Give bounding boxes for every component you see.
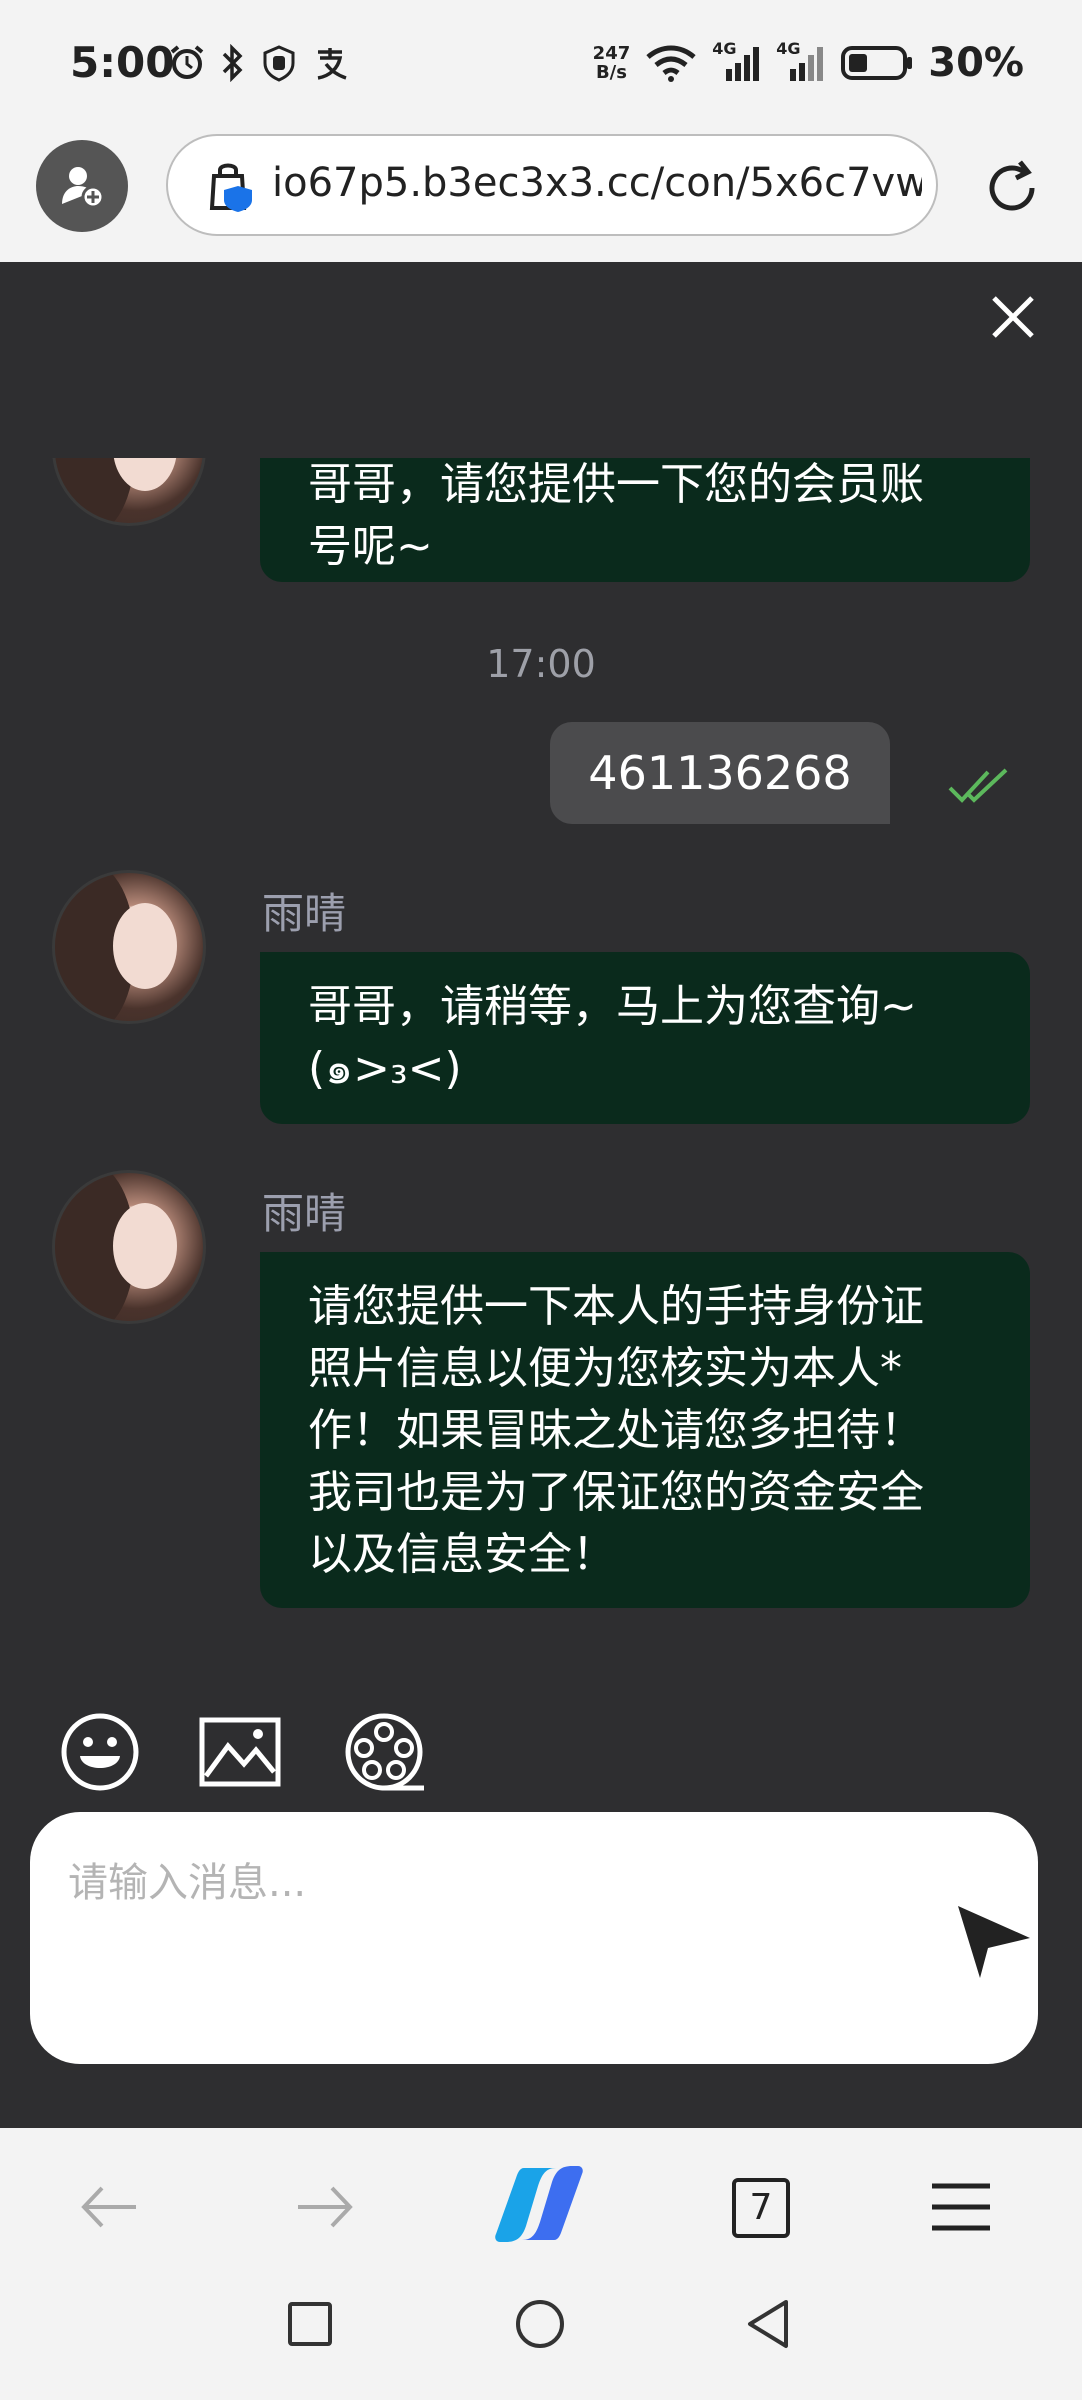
url-text: io67p5.b3ec3x3.cc/con/5x6c7vw: [272, 160, 922, 206]
home-icon[interactable]: [514, 2298, 566, 2350]
sender-name: 雨晴: [262, 889, 347, 938]
message-text: (๑>₃<): [308, 1043, 462, 1094]
alipay-icon: [317, 48, 347, 80]
close-icon[interactable]: [990, 294, 1036, 340]
status-right-icons: 247 B/s 4G 4G 30%: [593, 39, 1024, 86]
agent-avatar: [52, 458, 206, 526]
system-navigation-bar: [0, 2280, 1082, 2400]
message-text: 哥哥，请您提供一下您的会员账: [308, 459, 924, 510]
network-speed-unit: B/s: [595, 62, 627, 83]
emoji-icon[interactable]: [58, 1710, 142, 1794]
network-type-1: 4G: [712, 39, 737, 58]
signal-2: 4G: [776, 39, 826, 83]
input-placeholder: 请输入消息...: [68, 1860, 307, 1906]
image-icon[interactable]: [198, 1710, 282, 1794]
status-time: 5:00: [70, 38, 175, 87]
film-reel-icon[interactable]: [342, 1710, 426, 1794]
message-text: 以及信息安全！: [308, 1529, 616, 1580]
back-arrow-icon[interactable]: [74, 2172, 144, 2242]
battery-percent: 30%: [928, 40, 1024, 86]
network-type-2: 4G: [776, 39, 801, 58]
sender-name: 雨晴: [262, 1189, 347, 1238]
network-speed-value: 247: [592, 43, 631, 64]
network-speed: 247 B/s: [593, 44, 631, 82]
url-bar[interactable]: io67p5.b3ec3x3.cc/con/5x6c7vw: [166, 134, 938, 236]
tab-count-button[interactable]: 7: [732, 2178, 790, 2238]
wifi-icon: [646, 45, 696, 82]
copilot-icon[interactable]: [494, 2164, 584, 2244]
status-bar: 5:00 247 B/s 4G 4G 30%: [0, 0, 1082, 130]
alarm-icon: [170, 45, 204, 79]
agent-avatar: [52, 1170, 206, 1324]
bluetooth-icon: [222, 44, 243, 82]
add-user-icon: [62, 167, 105, 209]
time-separator: 17:00: [486, 642, 596, 686]
message-text: 请您提供一下本人的手持身份证: [308, 1281, 924, 1332]
message-bubble-outgoing: 461136268: [550, 722, 890, 824]
shopping-bag-shield-icon: [209, 163, 252, 212]
forward-arrow-icon[interactable]: [290, 2172, 360, 2242]
message-list[interactable]: 哥哥，请您提供一下您的会员账 号呢~ 17:00 461136268 雨晴 哥哥…: [0, 458, 1082, 1908]
send-icon[interactable]: [954, 1900, 1034, 1980]
read-check-icon: [948, 768, 1008, 803]
recent-apps-icon[interactable]: [286, 2300, 334, 2348]
message-text: 号呢~: [308, 521, 433, 572]
hand-shield-icon: [263, 45, 295, 82]
message-bubble-incoming: 哥哥，请您提供一下您的会员账 号呢~: [260, 458, 1030, 582]
signal-1: 4G: [712, 39, 762, 83]
message-bubble-incoming: 请您提供一下本人的手持身份证 照片信息以便为您核实为本人* 作！如果冒昧之处请您…: [260, 1252, 1030, 1608]
message-text: 照片信息以便为您核实为本人*: [308, 1343, 902, 1394]
reload-icon[interactable]: [980, 156, 1044, 220]
battery-icon: [841, 46, 913, 80]
message-text: 哥哥，请稍等，马上为您查询~: [308, 981, 917, 1032]
browser-address-row: io67p5.b3ec3x3.cc/con/5x6c7vw: [0, 130, 1082, 262]
message-input[interactable]: 请输入消息...: [30, 1812, 1038, 2064]
back-icon[interactable]: [744, 2298, 792, 2350]
agent-avatar: [52, 870, 206, 1024]
message-bubble-incoming: 哥哥，请稍等，马上为您查询~ (๑>₃<): [260, 952, 1030, 1124]
message-text: 作！如果冒昧之处请您多担待！: [308, 1405, 924, 1456]
browser-toolbar: 7: [0, 2128, 1082, 2280]
status-notification-icons: [168, 44, 350, 82]
profile-button[interactable]: [36, 140, 128, 232]
menu-icon[interactable]: [926, 2172, 996, 2242]
message-text: 我司也是为了保证您的资金安全: [308, 1467, 924, 1518]
